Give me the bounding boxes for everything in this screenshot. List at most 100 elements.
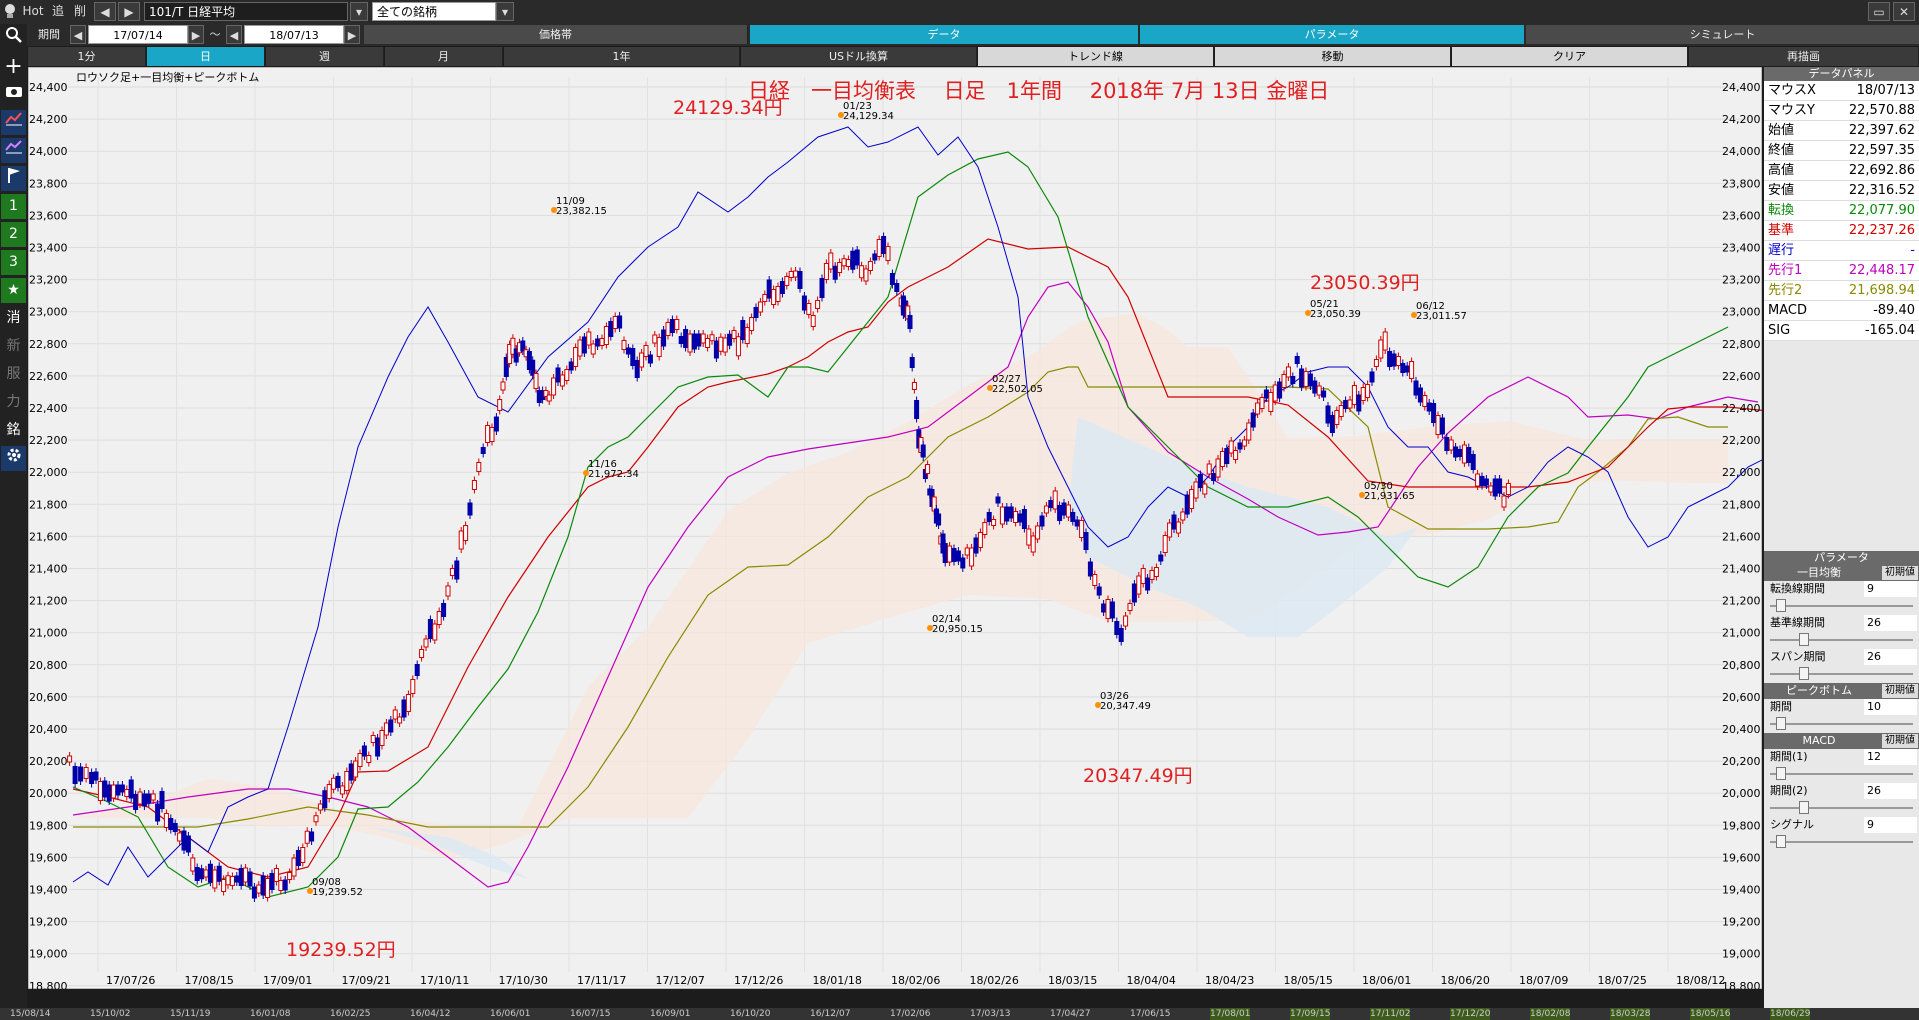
signal-period-input[interactable]: 9 [1864, 817, 1917, 833]
macd-reset-button[interactable]: 初期値 [1882, 734, 1918, 748]
clear-button[interactable]: クリア [1452, 47, 1688, 66]
candle-body [67, 755, 73, 763]
candle-body [1118, 628, 1124, 642]
candle-body [969, 547, 975, 567]
camera-icon[interactable] [1, 82, 26, 107]
preset-1-button[interactable]: 1 [1, 194, 26, 219]
peak-period-slider[interactable] [1764, 715, 1919, 733]
candle-body [1453, 446, 1459, 458]
chart-multi-icon[interactable] [1, 138, 26, 163]
trendline-button[interactable]: トレンド線 [978, 47, 1214, 66]
overview-date-label: 15/11/19 [170, 1009, 211, 1019]
minimize-icon[interactable]: ▭ [1868, 2, 1890, 21]
timeframe-week-button[interactable]: 週 [266, 47, 384, 66]
candle-body [854, 249, 860, 266]
gear-icon[interactable] [1, 446, 26, 471]
date-to-next-icon[interactable]: ▶ [344, 25, 360, 44]
candle-body [586, 331, 592, 346]
y-tick-label-right: 21,000 [1722, 627, 1761, 640]
code-field[interactable]: 101/T 日経平均 [144, 2, 348, 21]
ichimoku-reset-button[interactable]: 初期値 [1882, 566, 1918, 580]
candle-body [1439, 417, 1445, 435]
clothes-button[interactable]: 服 [1, 362, 26, 387]
crosshair-icon[interactable]: + [1, 54, 26, 79]
macd-period1-input[interactable]: 12 [1864, 749, 1917, 765]
candle-body [973, 537, 979, 554]
peak-period-input[interactable]: 10 [1864, 699, 1917, 715]
data-row: 終値 22,597.35 [1764, 141, 1919, 161]
span-period-input[interactable]: 26 [1864, 649, 1917, 665]
market-dropdown-icon[interactable]: ▾ [496, 2, 514, 21]
date-from-field[interactable]: 17/07/14 [88, 25, 188, 44]
tab-price-band[interactable]: 価格帯 [364, 25, 748, 44]
candle-body [669, 319, 675, 333]
peak-reset-button[interactable]: 初期値 [1882, 684, 1918, 698]
y-tick-label-right: 19,200 [1722, 916, 1761, 929]
span-period-slider[interactable] [1764, 665, 1919, 683]
kijun-period-slider[interactable] [1764, 631, 1919, 649]
macd-period2-input[interactable]: 26 [1864, 783, 1917, 799]
candle-body [705, 338, 711, 348]
delete-button[interactable]: 削 [70, 2, 90, 21]
tab-simulate[interactable]: シミュレート [1526, 25, 1919, 44]
move-button[interactable]: 移動 [1215, 47, 1451, 66]
candle-body [1497, 478, 1503, 494]
candle-body [489, 427, 495, 442]
lightbulb-icon[interactable] [2, 2, 18, 21]
overview-scrollbar[interactable]: 15/08/14 15/10/02 15/11/19 16/01/08 16/02/25… [0, 1008, 1919, 1020]
star-icon[interactable]: ★ [1, 278, 26, 303]
flag-icon[interactable] [1, 166, 26, 191]
code-dropdown-icon[interactable]: ▾ [350, 2, 368, 21]
prev-icon[interactable]: ◀ [94, 2, 116, 21]
candle-body [1448, 439, 1454, 451]
signal-period-slider[interactable] [1764, 833, 1919, 851]
y-tick-label-right: 18,800 [1722, 980, 1761, 989]
brand-button[interactable]: 銘 [1, 418, 26, 443]
date-from-prev-icon[interactable]: ◀ [70, 25, 86, 44]
candle-body [326, 784, 332, 799]
ichimoku-chart[interactable]: 11/09 23,382.15 01/23 24,129.34 11/16 21,972.… [27, 66, 1919, 993]
candle-body [784, 276, 790, 286]
date-from-next-icon[interactable]: ▶ [188, 25, 204, 44]
preset-3-button[interactable]: 3 [1, 250, 26, 275]
macd-period1-slider[interactable] [1764, 765, 1919, 783]
candle-body [383, 722, 389, 736]
usd-convert-button[interactable]: USドル換算 [741, 47, 977, 66]
data-row-label: MACD [1768, 303, 1807, 318]
y-tick-label-left: 19,400 [29, 884, 68, 897]
macd-period2-slider[interactable] [1764, 799, 1919, 817]
kijun-period-input[interactable]: 26 [1864, 615, 1917, 631]
hot-button[interactable]: Hot [20, 2, 46, 21]
preset-2-button[interactable]: 2 [1, 222, 26, 247]
candle-body [304, 830, 310, 844]
close-icon[interactable]: ✕ [1893, 2, 1915, 21]
next-icon[interactable]: ▶ [118, 2, 140, 21]
candle-body [238, 868, 244, 886]
erase-button[interactable]: 消 [1, 306, 26, 331]
candle-body [1061, 502, 1067, 516]
new-button[interactable]: 新 [1, 334, 26, 359]
candle-body [216, 865, 222, 882]
date-to-prev-icon[interactable]: ◀ [226, 25, 242, 44]
power-button[interactable]: 力 [1, 390, 26, 415]
tenkan-period-input[interactable]: 9 [1864, 581, 1917, 597]
tab-parameter[interactable]: パラメータ [1140, 25, 1524, 44]
x-tick-label: 18/07/25 [1598, 974, 1647, 987]
timeframe-day-button[interactable]: 日 [147, 47, 265, 66]
y-tick-label-left: 23,800 [29, 177, 68, 190]
redraw-button[interactable]: 再描画 [1689, 47, 1919, 66]
tab-data[interactable]: データ [750, 25, 1138, 44]
y-tick-label-left: 21,200 [29, 595, 68, 608]
candle-body [828, 252, 834, 270]
search-icon[interactable] [1, 26, 26, 51]
date-to-field[interactable]: 18/07/13 [244, 25, 344, 44]
timeframe-1min-button[interactable]: 1分 [28, 47, 146, 66]
peak-bottom-section: ピークボトム 初期値 [1764, 683, 1919, 699]
market-select[interactable]: 全ての銘柄 [372, 2, 496, 21]
tenkan-period-slider[interactable] [1764, 597, 1919, 615]
span-1year-button[interactable]: 1年 [504, 47, 740, 66]
add-button[interactable]: 追 [48, 2, 68, 21]
candle-body [1202, 483, 1208, 495]
timeframe-month-button[interactable]: 月 [385, 47, 503, 66]
chart-line-icon[interactable] [1, 110, 26, 135]
